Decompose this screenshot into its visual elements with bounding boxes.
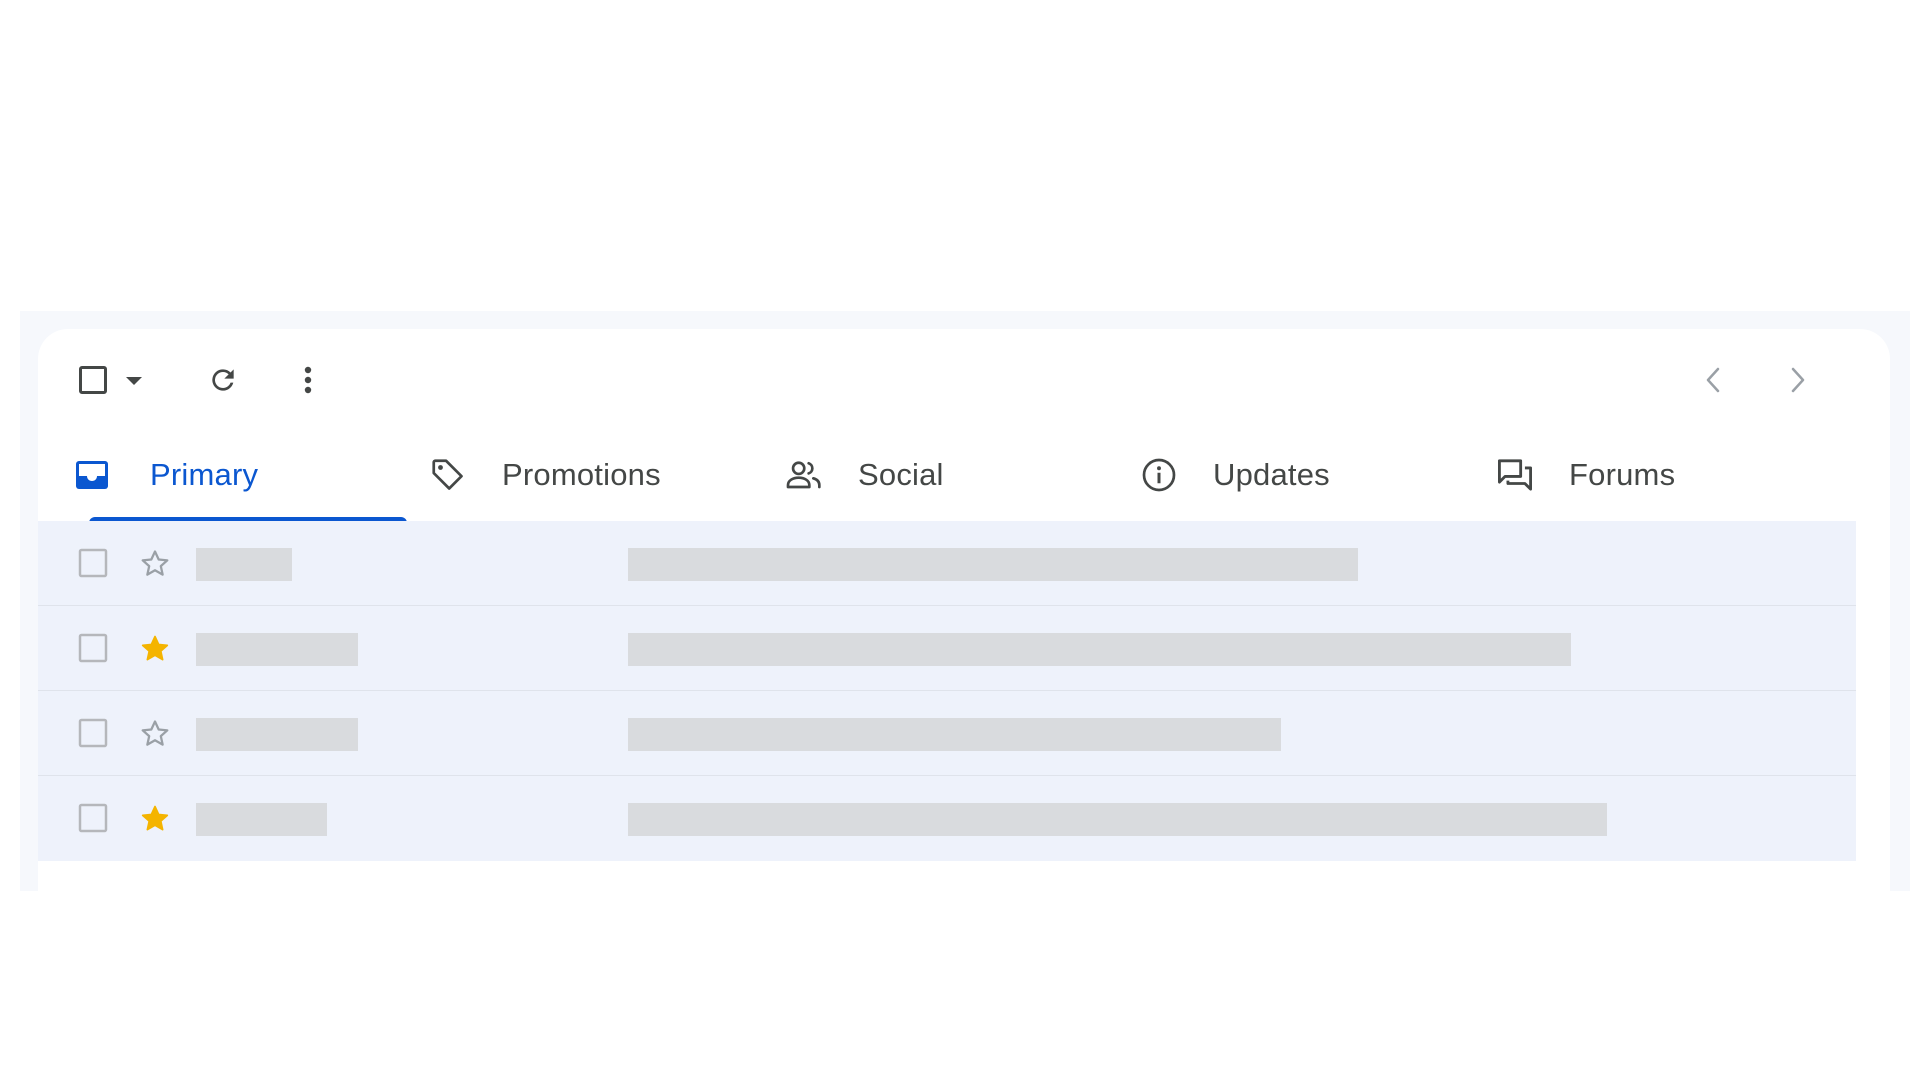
forum-icon — [1495, 455, 1535, 495]
tab-label: Promotions — [502, 457, 661, 492]
star-button[interactable] — [138, 717, 172, 751]
star-outline-icon — [141, 720, 169, 746]
people-icon — [784, 455, 824, 495]
star-outline-icon — [141, 550, 169, 576]
mail-panel-background: Primary Promotions Social Updates Forums — [20, 311, 1910, 891]
email-row[interactable] — [38, 691, 1856, 776]
tab-updates[interactable]: Updates — [1139, 429, 1459, 521]
more-vert-icon — [304, 366, 312, 394]
info-icon — [1139, 455, 1179, 495]
tab-forums[interactable]: Forums — [1495, 429, 1815, 521]
email-row[interactable] — [38, 776, 1856, 861]
subject-placeholder — [628, 548, 1358, 581]
tab-promotions[interactable]: Promotions — [428, 429, 748, 521]
subject-placeholder — [628, 803, 1607, 836]
checkbox-icon — [78, 718, 108, 748]
sender-placeholder — [196, 718, 358, 751]
more-options-button[interactable] — [286, 358, 330, 402]
tab-label: Forums — [1569, 457, 1676, 492]
sender-placeholder — [196, 633, 358, 666]
tab-label: Updates — [1213, 457, 1330, 492]
email-row[interactable] — [38, 606, 1856, 691]
next-page-button[interactable] — [1776, 358, 1820, 402]
chevron-left-icon — [1706, 367, 1720, 393]
checkbox-icon — [78, 803, 108, 833]
tab-label: Primary — [150, 457, 259, 492]
inbox-icon — [72, 455, 112, 495]
star-button[interactable] — [138, 632, 172, 666]
sender-placeholder — [196, 803, 327, 836]
row-checkbox[interactable] — [78, 548, 108, 578]
tab-primary[interactable]: Primary — [72, 429, 407, 523]
star-button[interactable] — [138, 802, 172, 836]
mail-list-card: Primary Promotions Social Updates Forums — [38, 329, 1890, 891]
refresh-button[interactable] — [201, 358, 245, 402]
email-list — [38, 521, 1856, 861]
checkbox-icon — [78, 548, 108, 578]
tag-icon — [428, 455, 468, 495]
caret-down-icon — [126, 377, 142, 385]
row-checkbox[interactable] — [78, 633, 108, 663]
row-checkbox[interactable] — [78, 718, 108, 748]
checkbox-icon — [79, 366, 107, 394]
mail-toolbar — [38, 329, 1890, 429]
star-filled-icon — [141, 635, 169, 661]
subject-placeholder — [628, 633, 1571, 666]
subject-placeholder — [628, 718, 1281, 751]
select-dropdown-button[interactable] — [122, 369, 146, 393]
refresh-icon — [212, 369, 234, 391]
email-row[interactable] — [38, 521, 1856, 606]
star-filled-icon — [141, 805, 169, 831]
star-button[interactable] — [138, 547, 172, 581]
tab-social[interactable]: Social — [784, 429, 1104, 521]
row-checkbox[interactable] — [78, 803, 108, 833]
chevron-right-icon — [1791, 367, 1805, 393]
tab-label: Social — [858, 457, 944, 492]
select-all-checkbox[interactable] — [76, 363, 110, 397]
sender-placeholder — [196, 548, 292, 581]
checkbox-icon — [78, 633, 108, 663]
category-tabs: Primary Promotions Social Updates Forums — [38, 429, 1856, 523]
previous-page-button[interactable] — [1691, 358, 1735, 402]
